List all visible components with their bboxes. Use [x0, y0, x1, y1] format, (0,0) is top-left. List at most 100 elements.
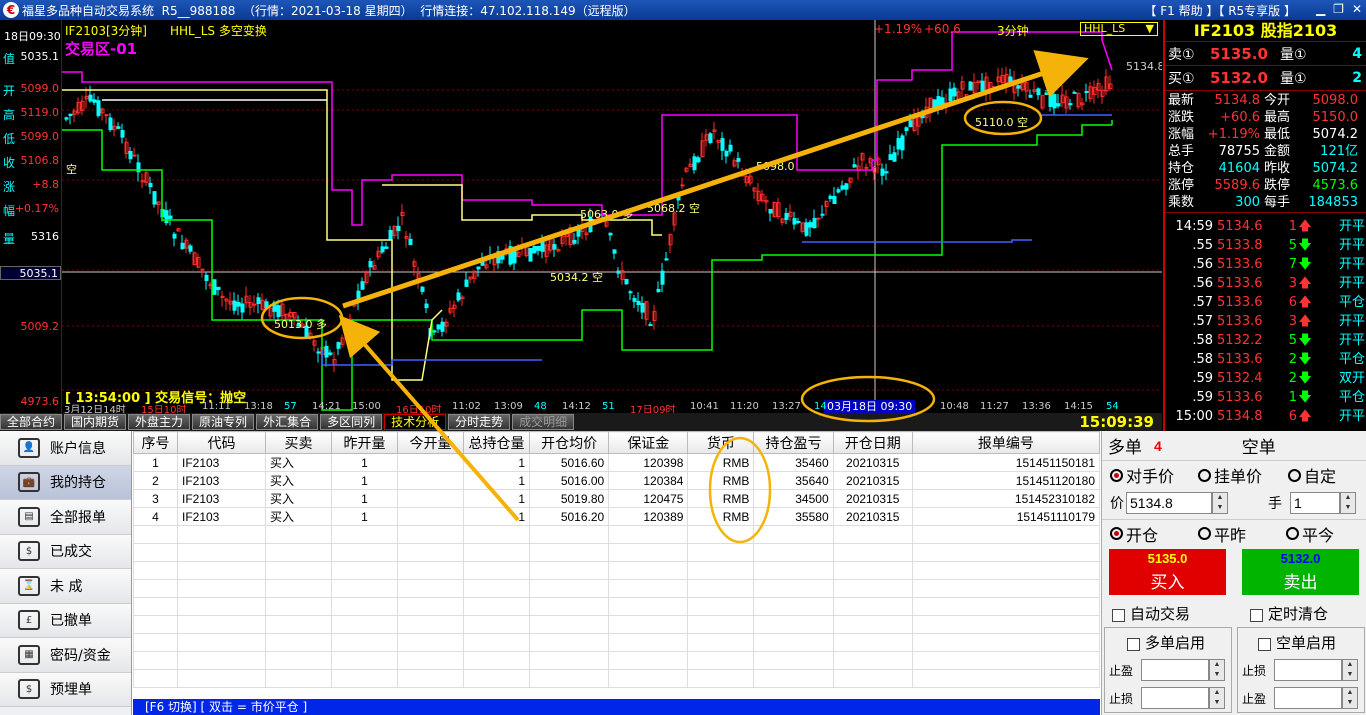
- help-menu[interactable]: 【 F1 帮助 】【 R5专享版 】: [1144, 2, 1296, 19]
- candle-body: [216, 286, 221, 290]
- short-sl-input[interactable]: [1274, 659, 1342, 681]
- short-enable-checkbox[interactable]: 空单启用: [1258, 632, 1360, 653]
- arrow-up-icon: 🡅: [1298, 276, 1312, 291]
- column-header[interactable]: 代码: [176, 431, 267, 454]
- tab-6[interactable]: 技术分析: [384, 414, 447, 430]
- radio-close-today[interactable]: 平今: [1286, 522, 1334, 546]
- radio-close-yesterday[interactable]: 平昨: [1198, 522, 1246, 546]
- empty-cell: [529, 561, 610, 580]
- table-row[interactable]: 3 IF2103 买入 1 1 5019.80 120475 RMB 34500 20210315…: [133, 489, 1100, 508]
- tab-0[interactable]: 全部合约: [0, 414, 63, 430]
- sidebar-item-5[interactable]: £ 已撤单: [0, 603, 131, 638]
- tab-1[interactable]: 国内期货: [64, 414, 127, 430]
- long-sl-stepper[interactable]: ▲ ▼: [1209, 687, 1225, 709]
- candle-body: [272, 302, 277, 312]
- tick-type: 开平: [1338, 276, 1365, 291]
- column-header[interactable]: 今开量: [397, 431, 465, 454]
- ask-qty: 4: [1352, 45, 1362, 62]
- radio-custom-price[interactable]: 自定: [1288, 463, 1336, 487]
- table-row[interactable]: 4 IF2103 买入 1 1 5016.20 120389 RMB 35580 20210315…: [133, 507, 1100, 526]
- column-header[interactable]: 开仓日期: [832, 431, 913, 454]
- empty-cell: [331, 561, 399, 580]
- empty-cell: [265, 669, 333, 688]
- column-header[interactable]: 保证金: [608, 431, 689, 454]
- tab-2[interactable]: 外盘主力: [128, 414, 191, 430]
- restore-icon[interactable]: ❐: [1333, 2, 1344, 16]
- bar-stat-label: 值: [3, 52, 16, 66]
- radio-limit-price[interactable]: 挂单价: [1198, 463, 1262, 487]
- arrow-down-icon: 🡇: [1298, 390, 1312, 405]
- long-sl-input[interactable]: [1141, 687, 1209, 709]
- ask-row[interactable]: 卖① 5135.0 量① 4: [1165, 42, 1366, 66]
- empty-cell: [832, 669, 913, 688]
- user-icon: 👤: [18, 437, 40, 458]
- kline-chart[interactable]: IF2103[3分钟] HHL_LS 多空变换 交易区-01 +1.19% +6…: [62, 20, 1162, 413]
- close-icon[interactable]: ✕: [1352, 2, 1362, 16]
- column-header[interactable]: 买卖: [265, 431, 333, 454]
- long-tp-input[interactable]: [1141, 659, 1209, 681]
- candle-body: [96, 100, 101, 116]
- radio-counterparty-price[interactable]: 对手价: [1110, 463, 1174, 487]
- sidebar-item-1[interactable]: 💼 我的持仓: [0, 465, 131, 500]
- radio-open[interactable]: 开仓: [1110, 522, 1158, 546]
- sidebar-item-6[interactable]: ▦ 密码/资金: [0, 638, 131, 673]
- sidebar-item-3[interactable]: $ 已成交: [0, 534, 131, 569]
- column-header[interactable]: 开仓均价: [529, 431, 610, 454]
- column-header[interactable]: 持仓盈亏: [753, 431, 834, 454]
- quote-stat-row: 涨跌 +60.6 最高 5150.0: [1165, 109, 1366, 126]
- column-header[interactable]: 报单编号: [911, 431, 1100, 454]
- sidebar-item-4[interactable]: ⌛ 未 成: [0, 569, 131, 604]
- tick-time: .58: [1192, 333, 1213, 348]
- bid-row[interactable]: 买① 5132.0 量① 2: [1165, 66, 1366, 90]
- indicator-selector[interactable]: HHL_LS ▼: [1080, 22, 1158, 36]
- arrow-down-icon: 🡇: [1298, 333, 1312, 348]
- table-cell: 买入: [265, 453, 333, 472]
- minimize-icon[interactable]: ▁: [1316, 2, 1325, 16]
- candle-body: [128, 150, 133, 160]
- candle-body: [948, 88, 953, 102]
- column-header[interactable]: 昨开量: [331, 431, 399, 454]
- period-selector[interactable]: 3分钟: [997, 22, 1029, 39]
- indicator-selector-label: HHL_LS: [1084, 22, 1126, 35]
- qty-input[interactable]: 1: [1290, 492, 1340, 514]
- price-input[interactable]: 5134.8: [1126, 492, 1212, 514]
- tick-row: .57 5133.6 3 🡅 开平: [1165, 312, 1366, 331]
- short-tp-input[interactable]: [1274, 687, 1342, 709]
- tab-7[interactable]: 分时走势: [448, 414, 511, 430]
- table-cell: 买入: [265, 507, 333, 526]
- candle-body: [440, 321, 445, 332]
- long-enable-checkbox[interactable]: 多单启用: [1127, 632, 1227, 653]
- table-row[interactable]: 2 IF2103 买入 1 1 5016.00 120384 RMB 35640 20210315…: [133, 471, 1100, 490]
- table-row[interactable]: 1 IF2103 买入 1 1 5016.60 120398 RMB 35460 20210315…: [133, 453, 1100, 472]
- sidebar-item-2[interactable]: ▤ 全部报单: [0, 500, 131, 535]
- empty-cell: [687, 597, 755, 616]
- tab-4[interactable]: 外汇集合: [256, 414, 319, 430]
- positions-table[interactable]: 序号 代码 买卖 昨开量 今开量 总持仓量 开仓均价 保证金 货币 持仓盈亏 开仓日期 报单编号 1 IF…: [133, 431, 1100, 699]
- candle-body: [264, 301, 269, 309]
- clock: 15:09:39: [1079, 413, 1154, 431]
- buy-button[interactable]: 5135.0 买入: [1109, 549, 1226, 595]
- candle-body: [880, 168, 885, 176]
- sidebar-item-0[interactable]: 👤 账户信息: [0, 431, 131, 466]
- tab-8[interactable]: 成交明细: [512, 414, 575, 430]
- tab-3[interactable]: 原油专列: [192, 414, 255, 430]
- column-header[interactable]: 总持仓量: [463, 431, 531, 454]
- quote-stat-label: 跌停: [1264, 178, 1291, 193]
- timed-clear-checkbox[interactable]: 定时清仓: [1250, 603, 1328, 624]
- auto-trade-checkbox[interactable]: 自动交易: [1112, 603, 1190, 624]
- column-header[interactable]: 货币: [687, 431, 755, 454]
- bar-stat-label: 收: [3, 156, 16, 170]
- ask-qty-label: 量①: [1280, 46, 1307, 63]
- tick-type: 开平: [1338, 314, 1365, 329]
- short-tp-stepper[interactable]: ▲ ▼: [1342, 687, 1358, 709]
- qty-stepper[interactable]: ▲ ▼: [1340, 492, 1356, 514]
- price-label: 价: [1110, 495, 1124, 511]
- short-sl-stepper[interactable]: ▲ ▼: [1342, 659, 1358, 681]
- column-header[interactable]: 序号: [133, 431, 178, 454]
- tab-5[interactable]: 多区同列: [320, 414, 383, 430]
- price-stepper[interactable]: ▲ ▼: [1212, 492, 1228, 514]
- long-tp-stepper[interactable]: ▲ ▼: [1209, 659, 1225, 681]
- candle-body: [164, 210, 169, 224]
- sell-button[interactable]: 5132.0 卖出: [1242, 549, 1359, 595]
- sidebar-item-7[interactable]: $ 预埋单: [0, 672, 131, 707]
